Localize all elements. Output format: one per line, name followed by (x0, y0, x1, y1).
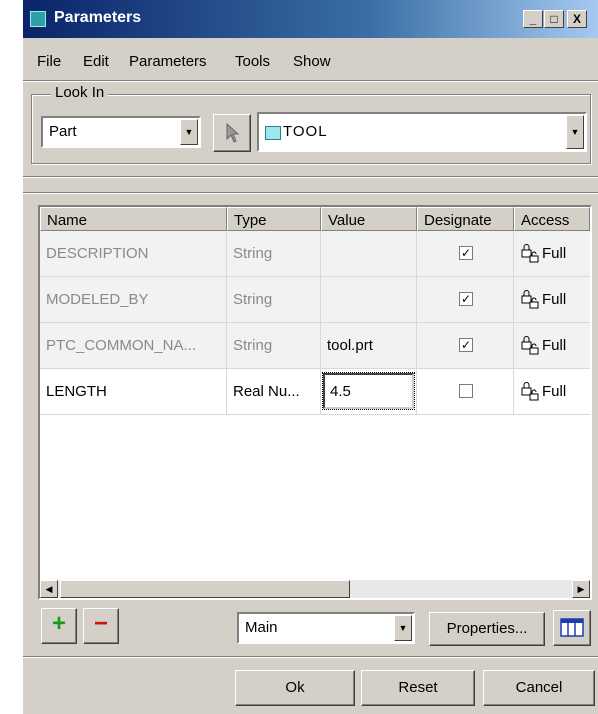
access-level: Full (542, 291, 567, 308)
designate-checkbox[interactable] (459, 384, 473, 398)
access-level: Full (542, 383, 567, 400)
horizontal-scrollbar[interactable]: ◀ ▶ (40, 580, 590, 598)
chevron-down-icon[interactable]: ▼ (566, 115, 584, 149)
scroll-left-icon[interactable]: ◀ (40, 580, 58, 598)
look-in-type-select[interactable]: Part ▼ (41, 116, 201, 148)
table-row[interactable]: MODELED_BY String ✓ Full (40, 277, 590, 323)
ok-button[interactable]: Ok (235, 670, 355, 706)
parameters-table: Name Type Value Designate Access DESCRIP… (38, 205, 592, 600)
param-type: String (233, 291, 273, 308)
column-header-value[interactable]: Value (321, 207, 417, 231)
group-separator (23, 176, 598, 178)
param-name: DESCRIPTION (46, 245, 149, 262)
maximize-button[interactable]: □ (544, 10, 564, 28)
column-header-designate[interactable]: Designate (417, 207, 514, 231)
lock-icon (521, 244, 539, 263)
param-type: String (233, 337, 273, 354)
column-header-name[interactable]: Name (40, 207, 227, 231)
footer-separator (23, 656, 598, 658)
access-level: Full (542, 337, 567, 354)
chevron-down-icon[interactable]: ▼ (394, 615, 412, 641)
param-name: MODELED_BY (46, 291, 149, 308)
look-in-label: Look In (51, 84, 109, 101)
window-title: Parameters (54, 9, 142, 26)
designate-checkbox[interactable]: ✓ (459, 338, 473, 352)
chevron-down-icon[interactable]: ▼ (180, 119, 198, 145)
designate-checkbox[interactable]: ✓ (459, 246, 473, 260)
look-in-object-value: TOOL (283, 123, 328, 140)
title-bar[interactable]: Parameters _ □ X (23, 0, 598, 38)
column-header-access[interactable]: Access (514, 207, 590, 231)
table-columns-button[interactable] (553, 610, 591, 646)
scroll-right-icon[interactable]: ▶ (572, 580, 590, 598)
look-in-object-select[interactable]: TOOL ▼ (257, 112, 587, 152)
part-icon (265, 126, 281, 140)
columns-icon (560, 618, 584, 637)
select-object-button[interactable] (213, 114, 251, 152)
close-button[interactable]: X (567, 10, 587, 28)
menu-parameters[interactable]: Parameters (129, 53, 207, 70)
table-row[interactable]: LENGTH Real Nu... 4.5 Full (40, 369, 590, 415)
designate-checkbox[interactable]: ✓ (459, 292, 473, 306)
parameters-window: Parameters _ □ X File Edit Parameters To… (22, 0, 598, 714)
param-value[interactable]: tool.prt (327, 337, 373, 354)
look-in-type-value: Part (49, 123, 77, 140)
access-level: Full (542, 245, 567, 262)
filter-value: Main (245, 619, 278, 636)
param-name: PTC_COMMON_NA... (46, 337, 197, 354)
param-type: String (233, 245, 273, 262)
arrow-icon (226, 123, 240, 143)
lock-icon (521, 290, 539, 309)
value-edit-field[interactable]: 4.5 (322, 372, 415, 410)
table-row[interactable]: DESCRIPTION String ✓ Full (40, 231, 590, 277)
cancel-button[interactable]: Cancel (483, 670, 595, 706)
add-parameter-button[interactable]: + (41, 608, 77, 644)
lock-icon (521, 336, 539, 355)
param-value[interactable]: 4.5 (330, 383, 351, 400)
properties-button[interactable]: Properties... (429, 612, 545, 646)
param-type: Real Nu... (233, 383, 300, 400)
param-name: LENGTH (46, 383, 107, 400)
menu-separator (23, 80, 598, 82)
minimize-button[interactable]: _ (523, 10, 543, 28)
menu-file[interactable]: File (37, 53, 61, 70)
scrollbar-thumb[interactable] (60, 580, 350, 598)
parameters-icon (30, 11, 46, 27)
reset-button[interactable]: Reset (361, 670, 475, 706)
table-row[interactable]: PTC_COMMON_NA... String tool.prt ✓ Full (40, 323, 590, 369)
lock-icon (521, 382, 539, 401)
filter-select[interactable]: Main ▼ (237, 612, 415, 644)
menu-bar: File Edit Parameters Tools Show (23, 40, 598, 82)
table-top-separator (23, 192, 598, 194)
column-header-type[interactable]: Type (227, 207, 321, 231)
menu-tools[interactable]: Tools (235, 53, 270, 70)
remove-parameter-button[interactable]: − (83, 608, 119, 644)
menu-show[interactable]: Show (293, 53, 331, 70)
